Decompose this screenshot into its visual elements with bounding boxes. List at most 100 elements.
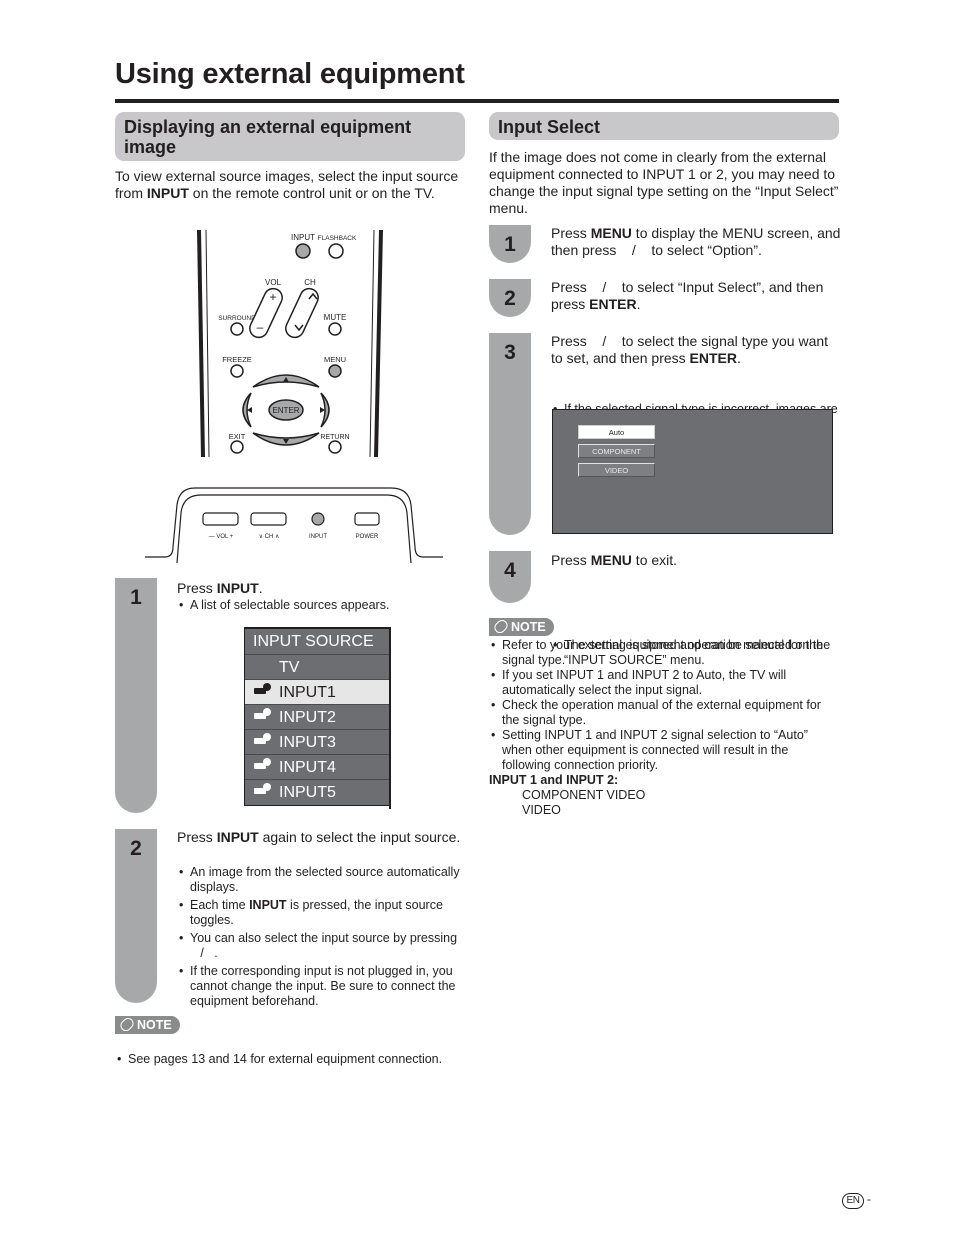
signal-option-auto[interactable]: Auto bbox=[578, 425, 655, 439]
bullet-item: If the corresponding input is not plugge… bbox=[177, 964, 469, 1009]
input-source-item-input2[interactable]: INPUT2 bbox=[245, 705, 391, 730]
right-step-4-tab: 4 bbox=[489, 551, 531, 603]
right-step-2-tab: 2 bbox=[489, 279, 531, 317]
step-text: Press bbox=[551, 225, 591, 241]
tv-input-label: INPUT bbox=[309, 534, 327, 540]
input-plug-icon bbox=[254, 783, 271, 794]
right-step-1-tab: 1 bbox=[489, 225, 531, 263]
page-title: Using external equipment bbox=[115, 58, 465, 90]
remote-label-surround: SURROUND bbox=[218, 315, 256, 322]
language-code: EN bbox=[846, 1195, 860, 1206]
priority-item: COMPONENT VIDEO bbox=[522, 788, 646, 802]
input-source-item-input1[interactable]: INPUT1 bbox=[245, 680, 391, 705]
remote-label-flashback: FLASHBACK bbox=[318, 235, 357, 242]
tv-power-button bbox=[354, 512, 380, 526]
note-item: Check the operation manual of the extern… bbox=[489, 698, 839, 728]
step-number: 1 bbox=[504, 233, 516, 256]
intro-text-end: on the remote control unit or on the TV. bbox=[188, 185, 435, 201]
step-number: 1 bbox=[130, 586, 142, 609]
tv-ch-button bbox=[250, 512, 287, 526]
signal-option-video[interactable]: VIDEO bbox=[578, 463, 655, 477]
input-source-item-input5[interactable]: INPUT5 bbox=[245, 780, 391, 805]
title-rule bbox=[115, 99, 839, 103]
remote-edge-left bbox=[197, 229, 205, 458]
step-text-end: . bbox=[736, 350, 741, 366]
tv-vol-button bbox=[202, 512, 239, 526]
input-source-item-input4[interactable]: INPUT4 bbox=[245, 755, 391, 780]
remote-surround-button bbox=[230, 322, 244, 336]
remote-label-freeze: FREEZE bbox=[222, 355, 252, 364]
step-bold: ENTER bbox=[689, 350, 737, 366]
svg-text:+: + bbox=[269, 290, 276, 304]
remote-edge-right bbox=[374, 229, 383, 458]
option-label: VIDEO bbox=[604, 466, 629, 475]
remote-flashback-button bbox=[328, 243, 344, 259]
tv-ch-label: ∨ CH ∧ bbox=[259, 534, 280, 540]
remote-label-mute: MUTE bbox=[324, 313, 347, 322]
input-source-item-tv[interactable]: TV bbox=[245, 655, 391, 680]
step-number: 2 bbox=[130, 837, 142, 860]
bullet-text: Each time bbox=[190, 898, 250, 912]
note-item: Refer to your external equipment operati… bbox=[489, 638, 839, 668]
option-label: COMPONENT bbox=[592, 447, 641, 456]
footer-page-dash: - bbox=[867, 1192, 871, 1206]
left-step-1-bullet: A list of selectable sources appears. bbox=[177, 598, 480, 613]
menu-item-label: INPUT3 bbox=[279, 734, 336, 751]
left-step-2-tab: 2 bbox=[115, 829, 157, 1003]
input-plug-icon bbox=[254, 708, 271, 719]
input-source-item-input3[interactable]: INPUT3 bbox=[245, 730, 391, 755]
intro-bold: INPUT bbox=[146, 185, 189, 201]
left-step-2-bullets: An image from the selected source automa… bbox=[177, 862, 469, 1009]
bullet-bold: INPUT bbox=[249, 898, 287, 912]
paperclip-icon bbox=[118, 1015, 136, 1034]
remote-enter-label: ENTER bbox=[272, 406, 299, 415]
step-bold: ENTER bbox=[589, 296, 637, 312]
menu-frame-line bbox=[389, 627, 391, 809]
step-number: 3 bbox=[504, 341, 516, 364]
remote-control-illustration: INPUT FLASHBACK VOL CH SURROUND MUTE FRE… bbox=[197, 229, 383, 458]
svg-text:–: – bbox=[257, 320, 264, 334]
step-number: 4 bbox=[504, 559, 516, 582]
option-label: Auto bbox=[608, 428, 625, 437]
right-step-2-text: Press / to select “Input Select”, and th… bbox=[551, 279, 843, 313]
signal-type-screen: Auto COMPONENT VIDEO bbox=[552, 409, 833, 534]
input-plug-icon bbox=[254, 758, 271, 769]
remote-label-menu: MENU bbox=[324, 355, 346, 364]
bullet-item: An image from the selected source automa… bbox=[177, 865, 469, 895]
step-bold: MENU bbox=[590, 225, 632, 241]
right-note-items: Refer to your external equipment operati… bbox=[489, 635, 839, 818]
footer-language-badge: EN bbox=[842, 1193, 864, 1209]
step-text-end: . bbox=[636, 296, 641, 312]
note-badge: NOTE bbox=[489, 617, 554, 636]
menu-item-label: INPUT1 bbox=[279, 684, 336, 701]
left-note: NOTE bbox=[115, 1015, 180, 1034]
priority-item: VIDEO bbox=[522, 803, 561, 817]
step-bold: MENU bbox=[590, 552, 632, 568]
remote-label-exit: EXIT bbox=[229, 432, 246, 441]
tv-vol-label: — VOL + bbox=[209, 534, 234, 540]
bullet-item: You can also select the input source by … bbox=[177, 931, 469, 961]
signal-option-component[interactable]: COMPONENT bbox=[578, 444, 655, 458]
remote-freeze-button bbox=[230, 364, 244, 378]
right-step-3-tab: 3 bbox=[489, 333, 531, 535]
right-note: NOTE bbox=[489, 617, 554, 636]
input-plug-icon bbox=[254, 683, 271, 694]
remote-label-ch: CH bbox=[304, 278, 316, 287]
right-step-4-text: Press MENU to exit. bbox=[551, 552, 841, 569]
left-intro: To view external source images, select t… bbox=[115, 168, 470, 202]
tv-input-button bbox=[311, 512, 325, 526]
left-step-1-text: Press INPUT. bbox=[177, 580, 467, 597]
left-step-2-text: Press INPUT again to select the input so… bbox=[177, 829, 467, 846]
step-text-end: again to select the input source. bbox=[258, 829, 461, 845]
tv-panel-illustration: — VOL + ∨ CH ∧ INPUT POWER bbox=[145, 487, 443, 563]
step-text: Press bbox=[177, 829, 217, 845]
menu-item-label: INPUT2 bbox=[279, 709, 336, 726]
remote-label-return: RETURN bbox=[320, 434, 349, 441]
right-intro: If the image does not come in clearly fr… bbox=[489, 149, 839, 216]
note-label: NOTE bbox=[511, 620, 546, 634]
section-heading-displaying: Displaying an external equipment image bbox=[115, 112, 465, 161]
tv-power-label: POWER bbox=[356, 534, 379, 540]
remote-exit-button bbox=[230, 440, 244, 454]
step-text-end: to exit. bbox=[631, 552, 678, 568]
step-text: Press bbox=[551, 552, 591, 568]
